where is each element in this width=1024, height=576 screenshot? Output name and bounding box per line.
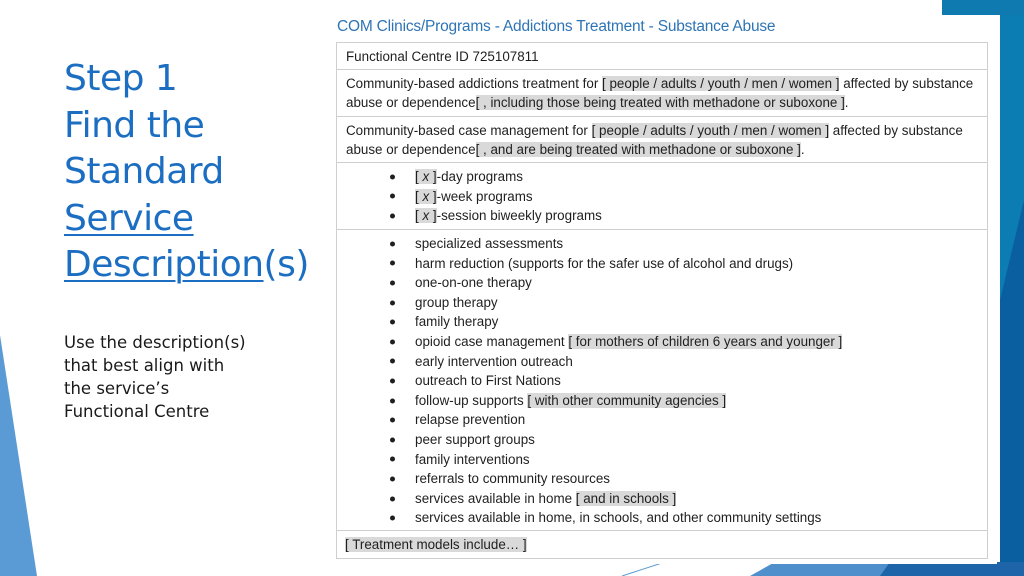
document-heading: COM Clinics/Programs - Addictions Treatm… <box>337 18 776 35</box>
title-line-standard: Standard <box>64 151 224 192</box>
list-item: peer support groups <box>387 430 978 450</box>
list-item: [ x ]-session biweekly programs <box>387 206 978 226</box>
service-option: [ for mothers of children 6 years and yo… <box>568 333 843 349</box>
service-text: referrals to community resources <box>415 471 610 487</box>
subtitle-line: Functional Centre <box>64 402 210 421</box>
service-option: [ with other community agencies ] <box>527 392 727 408</box>
list-item: services available in home [ and in scho… <box>387 489 978 509</box>
list-item: services available in home, in schools, … <box>387 508 978 528</box>
list-item: harm reduction (supports for the safer u… <box>387 254 978 274</box>
program-types-row: [ x ]-day programs [ x ]-week programs [… <box>337 163 987 230</box>
description-text: . <box>800 142 805 157</box>
variable-placeholder: [ x ] <box>415 169 437 184</box>
list-item: one-on-one therapy <box>387 273 978 293</box>
service-text: family therapy <box>415 314 499 330</box>
list-item: specialized assessments <box>387 234 978 254</box>
program-types-list: [ x ]-day programs [ x ]-week programs [… <box>346 167 978 226</box>
service-text: relapse prevention <box>415 412 526 428</box>
service-text: follow-up supports <box>415 392 528 408</box>
list-item: [ x ]-day programs <box>387 167 978 187</box>
slide-subtitle: Use the description(s) that best align w… <box>64 331 294 423</box>
service-text: one-on-one therapy <box>415 275 532 291</box>
list-item: referrals to community resources <box>387 469 978 489</box>
service-description-table: Functional Centre ID 725107811 Community… <box>336 42 988 559</box>
treatment-models-row: [ Treatment models include… ] <box>337 531 987 558</box>
subtitle-line: Use the description(s) <box>64 333 246 352</box>
title-line-find: Find the <box>64 104 205 146</box>
service-text: harm reduction (supports for the safer u… <box>415 255 794 271</box>
slide-title: Step 1 Find the Standard Service Descrip… <box>64 56 309 289</box>
service-text: family interventions <box>415 451 530 467</box>
subtitle-line: that best align with <box>64 356 225 375</box>
subtitle-line: the service’s <box>64 379 170 398</box>
list-item: [ x ]-week programs <box>387 187 978 207</box>
methadone-option: [ , and are being treated with methadone… <box>475 142 801 157</box>
list-item: relapse prevention <box>387 410 978 430</box>
list-item: opioid case management [ for mothers of … <box>387 332 978 352</box>
service-text: specialized assessments <box>415 236 564 251</box>
service-text: services available in home <box>415 490 576 506</box>
list-item: follow-up supports [ with other communit… <box>387 391 978 411</box>
title-line-step: Step 1 <box>64 58 178 99</box>
functional-centre-row: Functional Centre ID 725107811 <box>337 43 987 70</box>
treatment-models-placeholder: [ Treatment models include… ] <box>345 537 527 552</box>
variable-placeholder: [ x ] <box>415 208 437 223</box>
population-option: [ people / adults / youth / men / women … <box>591 123 830 138</box>
services-row: specialized assessments harm reduction (s… <box>337 230 987 531</box>
services-list: specialized assessments harm reduction (s… <box>346 234 978 528</box>
description-row-case-management: Community-based case management for [ pe… <box>337 117 987 163</box>
population-option: [ people / adults / youth / men / women … <box>602 76 840 91</box>
service-text: early intervention outreach <box>415 353 573 369</box>
list-item: outreach to First Nations <box>387 371 978 391</box>
service-text: peer support groups <box>415 431 535 447</box>
title-suffix: (s) <box>263 244 310 285</box>
variable-placeholder: [ x ] <box>415 188 437 204</box>
service-option: [ and in schools ] <box>575 490 677 506</box>
service-text: outreach to First Nations <box>415 373 561 389</box>
list-item: early intervention outreach <box>387 352 978 372</box>
left-accent-shape <box>0 335 37 576</box>
description-text: Community-based case management for <box>346 123 592 138</box>
description-text: Community-based addictions treatment for <box>346 76 603 91</box>
description-link[interactable]: Description <box>64 244 264 285</box>
list-item: family interventions <box>387 450 978 470</box>
service-text: services available in home, in schools, … <box>415 510 822 526</box>
service-link[interactable]: Service <box>64 198 194 239</box>
description-text: . <box>844 95 849 110</box>
list-item: family therapy <box>387 312 978 332</box>
functional-centre-id: Functional Centre ID 725107811 <box>346 49 539 64</box>
service-text: opioid case management <box>415 333 569 349</box>
list-item: group therapy <box>387 293 978 313</box>
description-row-addictions-treatment: Community-based addictions treatment for… <box>337 70 987 117</box>
service-text: group therapy <box>415 294 498 310</box>
methadone-option: [ , including those being treated with m… <box>475 95 845 110</box>
